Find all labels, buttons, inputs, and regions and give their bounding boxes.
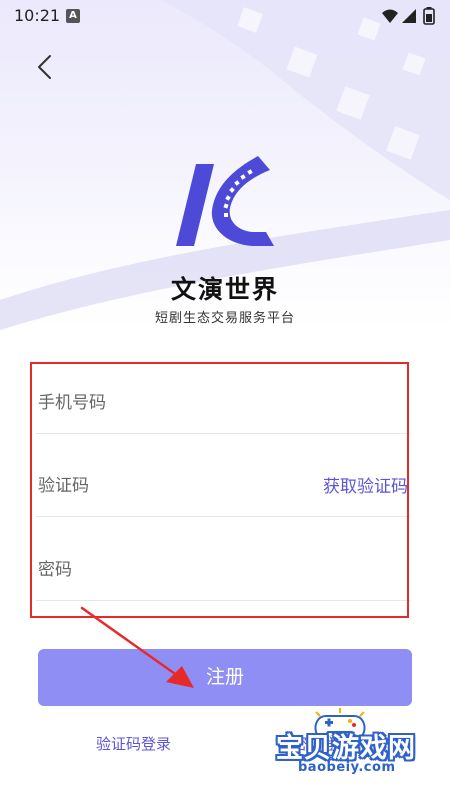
chevron-left-icon <box>38 55 51 79</box>
register-button[interactable]: 注册 <box>38 649 412 706</box>
watermark-domain: baobeiy.com <box>298 760 396 775</box>
password-login-link[interactable]: 密码登录 <box>292 733 352 754</box>
wifi-icon <box>382 9 398 23</box>
form-highlight-frame <box>30 362 409 618</box>
battery-icon <box>423 7 435 25</box>
status-time: 10:21 <box>14 6 61 25</box>
status-bar: 10:21 A <box>0 0 450 34</box>
sms-login-link[interactable]: 验证码登录 <box>96 733 171 754</box>
app-name: 文演世界 <box>170 275 279 304</box>
back-button[interactable] <box>28 50 64 86</box>
a-letter-icon: A <box>66 9 80 23</box>
signal-icon <box>402 9 416 23</box>
app-slogan: 短剧生态交易服务平台 <box>154 311 295 326</box>
register-page: 10:21 A 文演世界 短剧生态交易服务平台 手机号码 验证码 获取验证码 注… <box>0 0 450 800</box>
film-k-logo <box>176 156 274 246</box>
status-icons <box>382 7 435 25</box>
